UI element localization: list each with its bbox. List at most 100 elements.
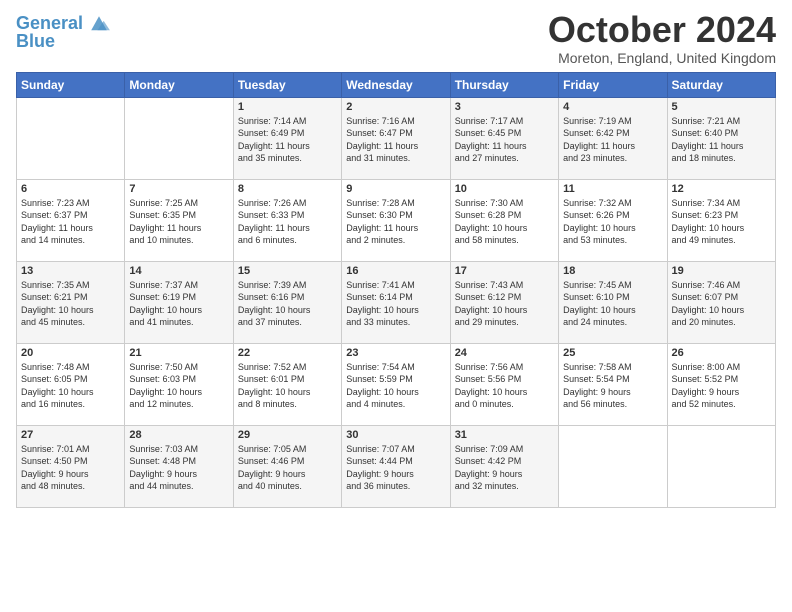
calendar-cell: 27 Sunrise: 7:01 AM Sunset: 4:50 PM Dayli… bbox=[17, 425, 125, 507]
day-header-friday: Friday bbox=[559, 72, 667, 97]
day-number: 4 bbox=[563, 101, 662, 113]
day-number: 25 bbox=[563, 347, 662, 359]
day-number: 24 bbox=[455, 347, 554, 359]
calendar-cell: 9Sunrise: 7:28 AM Sunset: 6:30 PM Daylig… bbox=[342, 179, 450, 261]
day-info: Sunrise: 7:16 AM Sunset: 6:47 PM Dayligh… bbox=[346, 115, 445, 165]
day-number: 3 bbox=[455, 101, 554, 113]
calendar-cell: 26 Sunrise: 8:00 AM Sunset: 5:52 PM Dayli… bbox=[667, 343, 775, 425]
day-number: 31 bbox=[455, 429, 554, 441]
calendar-page: General Blue October 2024 Moreton, Engla… bbox=[0, 0, 792, 612]
calendar-cell: 11 Sunrise: 7:32 AM Sunset: 6:26 PM Dayli… bbox=[559, 179, 667, 261]
day-number: 13 bbox=[21, 265, 120, 277]
day-number: 30 bbox=[346, 429, 445, 441]
day-number: 7 bbox=[129, 183, 228, 195]
day-info: Sunrise: 7:17 AM Sunset: 6:45 PM Dayligh… bbox=[455, 115, 554, 165]
calendar-cell: 12Sunrise: 7:34 AM Sunset: 6:23 PM Dayli… bbox=[667, 179, 775, 261]
calendar-cell: 25 Sunrise: 7:58 AM Sunset: 5:54 PM Dayli… bbox=[559, 343, 667, 425]
day-info: Sunrise: 7:54 AM Sunset: 5:59 PM Dayligh… bbox=[346, 361, 445, 411]
calendar-cell: 31 Sunrise: 7:09 AM Sunset: 4:42 PM Dayli… bbox=[450, 425, 558, 507]
calendar-cell: 10 Sunrise: 7:30 AM Sunset: 6:28 PM Dayli… bbox=[450, 179, 558, 261]
day-info: Sunrise: 7:23 AM Sunset: 6:37 PM Dayligh… bbox=[21, 197, 120, 247]
calendar-cell: 21 Sunrise: 7:50 AM Sunset: 6:03 PM Dayli… bbox=[125, 343, 233, 425]
day-number: 27 bbox=[21, 429, 120, 441]
day-info: Sunrise: 7:05 AM Sunset: 4:46 PM Dayligh… bbox=[238, 443, 337, 493]
calendar-cell bbox=[17, 97, 125, 179]
day-info: Sunrise: 7:52 AM Sunset: 6:01 PM Dayligh… bbox=[238, 361, 337, 411]
title-block: October 2024 Moreton, England, United Ki… bbox=[548, 10, 776, 66]
day-info: Sunrise: 7:14 AM Sunset: 6:49 PM Dayligh… bbox=[238, 115, 337, 165]
day-number: 6 bbox=[21, 183, 120, 195]
calendar-cell: 14Sunrise: 7:37 AM Sunset: 6:19 PM Dayli… bbox=[125, 261, 233, 343]
header: General Blue October 2024 Moreton, Engla… bbox=[16, 10, 776, 66]
day-info: Sunrise: 7:32 AM Sunset: 6:26 PM Dayligh… bbox=[563, 197, 662, 247]
day-info: Sunrise: 7:58 AM Sunset: 5:54 PM Dayligh… bbox=[563, 361, 662, 411]
week-row-2: 6 Sunrise: 7:23 AM Sunset: 6:37 PM Daylig… bbox=[17, 179, 776, 261]
day-info: Sunrise: 7:46 AM Sunset: 6:07 PM Dayligh… bbox=[672, 279, 771, 329]
day-number: 2 bbox=[346, 101, 445, 113]
day-info: Sunrise: 7:01 AM Sunset: 4:50 PM Dayligh… bbox=[21, 443, 120, 493]
day-info: Sunrise: 7:26 AM Sunset: 6:33 PM Dayligh… bbox=[238, 197, 337, 247]
day-info: Sunrise: 7:56 AM Sunset: 5:56 PM Dayligh… bbox=[455, 361, 554, 411]
day-number: 12 bbox=[672, 183, 771, 195]
day-header-tuesday: Tuesday bbox=[233, 72, 341, 97]
calendar-cell: 28Sunrise: 7:03 AM Sunset: 4:48 PM Dayli… bbox=[125, 425, 233, 507]
day-number: 8 bbox=[238, 183, 337, 195]
calendar-cell: 8 Sunrise: 7:26 AM Sunset: 6:33 PM Daylig… bbox=[233, 179, 341, 261]
day-header-sunday: Sunday bbox=[17, 72, 125, 97]
day-number: 16 bbox=[346, 265, 445, 277]
calendar-cell: 13Sunrise: 7:35 AM Sunset: 6:21 PM Dayli… bbox=[17, 261, 125, 343]
day-info: Sunrise: 7:30 AM Sunset: 6:28 PM Dayligh… bbox=[455, 197, 554, 247]
calendar-cell: 18 Sunrise: 7:45 AM Sunset: 6:10 PM Dayli… bbox=[559, 261, 667, 343]
day-number: 11 bbox=[563, 183, 662, 195]
day-info: Sunrise: 7:03 AM Sunset: 4:48 PM Dayligh… bbox=[129, 443, 228, 493]
calendar-cell: 17 Sunrise: 7:43 AM Sunset: 6:12 PM Dayli… bbox=[450, 261, 558, 343]
day-info: Sunrise: 7:21 AM Sunset: 6:40 PM Dayligh… bbox=[672, 115, 771, 165]
day-number: 17 bbox=[455, 265, 554, 277]
week-row-5: 27 Sunrise: 7:01 AM Sunset: 4:50 PM Dayli… bbox=[17, 425, 776, 507]
day-number: 29 bbox=[238, 429, 337, 441]
day-info: Sunrise: 7:37 AM Sunset: 6:19 PM Dayligh… bbox=[129, 279, 228, 329]
calendar-cell: 22Sunrise: 7:52 AM Sunset: 6:01 PM Dayli… bbox=[233, 343, 341, 425]
calendar-cell: 20Sunrise: 7:48 AM Sunset: 6:05 PM Dayli… bbox=[17, 343, 125, 425]
day-info: Sunrise: 7:39 AM Sunset: 6:16 PM Dayligh… bbox=[238, 279, 337, 329]
calendar-cell: 6 Sunrise: 7:23 AM Sunset: 6:37 PM Daylig… bbox=[17, 179, 125, 261]
calendar-cell: 15Sunrise: 7:39 AM Sunset: 6:16 PM Dayli… bbox=[233, 261, 341, 343]
calendar-cell: 23 Sunrise: 7:54 AM Sunset: 5:59 PM Dayli… bbox=[342, 343, 450, 425]
day-number: 18 bbox=[563, 265, 662, 277]
day-info: Sunrise: 7:48 AM Sunset: 6:05 PM Dayligh… bbox=[21, 361, 120, 411]
calendar-cell: 1 Sunrise: 7:14 AM Sunset: 6:49 PM Daylig… bbox=[233, 97, 341, 179]
day-info: Sunrise: 7:25 AM Sunset: 6:35 PM Dayligh… bbox=[129, 197, 228, 247]
week-row-1: 1 Sunrise: 7:14 AM Sunset: 6:49 PM Daylig… bbox=[17, 97, 776, 179]
calendar-cell: 30 Sunrise: 7:07 AM Sunset: 4:44 PM Dayli… bbox=[342, 425, 450, 507]
calendar-cell: 2 Sunrise: 7:16 AM Sunset: 6:47 PM Daylig… bbox=[342, 97, 450, 179]
day-info: Sunrise: 7:28 AM Sunset: 6:30 PM Dayligh… bbox=[346, 197, 445, 247]
day-number: 26 bbox=[672, 347, 771, 359]
day-info: Sunrise: 7:43 AM Sunset: 6:12 PM Dayligh… bbox=[455, 279, 554, 329]
day-header-monday: Monday bbox=[125, 72, 233, 97]
day-number: 23 bbox=[346, 347, 445, 359]
day-number: 5 bbox=[672, 101, 771, 113]
calendar-cell: 7 Sunrise: 7:25 AM Sunset: 6:35 PM Daylig… bbox=[125, 179, 233, 261]
days-header-row: SundayMondayTuesdayWednesdayThursdayFrid… bbox=[17, 72, 776, 97]
day-info: Sunrise: 7:07 AM Sunset: 4:44 PM Dayligh… bbox=[346, 443, 445, 493]
week-row-4: 20Sunrise: 7:48 AM Sunset: 6:05 PM Dayli… bbox=[17, 343, 776, 425]
day-info: Sunrise: 7:50 AM Sunset: 6:03 PM Dayligh… bbox=[129, 361, 228, 411]
month-title: October 2024 bbox=[548, 10, 776, 50]
calendar-table: SundayMondayTuesdayWednesdayThursdayFrid… bbox=[16, 72, 776, 508]
day-number: 1 bbox=[238, 101, 337, 113]
day-number: 10 bbox=[455, 183, 554, 195]
day-info: Sunrise: 7:45 AM Sunset: 6:10 PM Dayligh… bbox=[563, 279, 662, 329]
calendar-cell: 19 Sunrise: 7:46 AM Sunset: 6:07 PM Dayli… bbox=[667, 261, 775, 343]
day-header-wednesday: Wednesday bbox=[342, 72, 450, 97]
day-info: Sunrise: 7:19 AM Sunset: 6:42 PM Dayligh… bbox=[563, 115, 662, 165]
calendar-cell bbox=[667, 425, 775, 507]
day-info: Sunrise: 8:00 AM Sunset: 5:52 PM Dayligh… bbox=[672, 361, 771, 411]
calendar-cell bbox=[559, 425, 667, 507]
week-row-3: 13Sunrise: 7:35 AM Sunset: 6:21 PM Dayli… bbox=[17, 261, 776, 343]
calendar-cell: 16Sunrise: 7:41 AM Sunset: 6:14 PM Dayli… bbox=[342, 261, 450, 343]
logo-text-blue: Blue bbox=[16, 32, 55, 52]
day-number: 21 bbox=[129, 347, 228, 359]
day-info: Sunrise: 7:09 AM Sunset: 4:42 PM Dayligh… bbox=[455, 443, 554, 493]
logo-icon bbox=[85, 10, 113, 38]
day-number: 19 bbox=[672, 265, 771, 277]
